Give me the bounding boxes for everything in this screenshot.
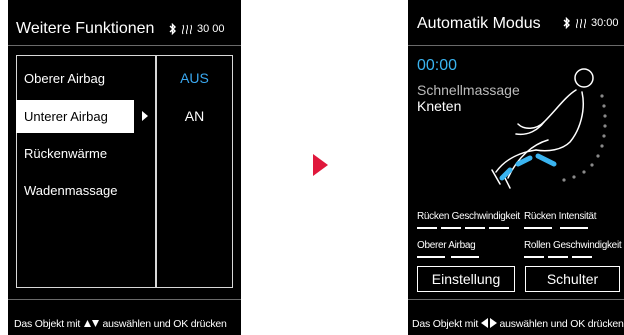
level-bar	[524, 227, 552, 229]
level-bar	[572, 256, 592, 258]
screen-title: Weitere Funktionen	[16, 20, 155, 37]
option-an[interactable]: AN	[157, 108, 232, 124]
bluetooth-icon	[563, 17, 570, 29]
technique-name: Kneten	[417, 98, 462, 114]
menu-item-label: Unterer Airbag	[24, 109, 108, 124]
label-roller-speed: Rollen Geschwindigkeit	[524, 240, 622, 251]
play-right-icon	[142, 111, 148, 121]
menu-item-rueckenwaerme[interactable]: Rückenwärme	[16, 137, 134, 170]
level-bar	[489, 227, 509, 229]
footer-hint: Das Objekt mit auswählen und OK drücken	[14, 318, 227, 330]
right-device-screen: Automatik Modus 30:00 00:00 Schnellmassa…	[408, 0, 624, 335]
footer-hint-suffix: auswählen und OK drücken	[499, 318, 624, 330]
menu-item-label: Rückenwärme	[24, 146, 108, 161]
setting-button[interactable]: Einstellung	[417, 266, 515, 292]
level-bar	[548, 256, 568, 258]
menu-item-wadenmassage[interactable]: Wadenmassage	[16, 174, 134, 207]
menu-item-label: Wadenmassage	[24, 183, 118, 198]
left-device-screen: Weitere Funktionen 30 00 Oberer Airbag U…	[8, 0, 241, 335]
footer-hint: Das Objekt mit auswählen und OK drücken	[412, 318, 624, 330]
label-upper-airbag: Oberer Airbag	[417, 240, 476, 251]
elapsed-timer: 00:00	[417, 57, 458, 74]
level-bar	[560, 227, 588, 229]
header-divider	[408, 45, 624, 46]
shoulder-button[interactable]: Schulter	[525, 266, 620, 292]
transition-arrow-icon	[313, 154, 328, 176]
up-down-arrows-icon	[83, 320, 99, 327]
level-bar	[417, 256, 445, 258]
left-right-arrows-icon	[480, 318, 497, 328]
menu-item-oberer-airbag[interactable]: Oberer Airbag	[16, 62, 134, 95]
shoulder-button-label: Schulter	[546, 271, 599, 287]
status-timer: 30:00	[591, 17, 619, 29]
label-back-intensity: Rücken Intensität	[524, 211, 597, 222]
level-bar	[417, 227, 437, 229]
screen-title: Automatik Modus	[417, 15, 541, 32]
option-aus[interactable]: AUS	[157, 70, 232, 86]
level-bar	[451, 256, 479, 258]
heat-waves-icon	[181, 24, 193, 35]
menu-item-label: Oberer Airbag	[24, 71, 105, 86]
bluetooth-icon	[169, 23, 176, 35]
menu-item-unterer-airbag[interactable]: Unterer Airbag	[16, 100, 134, 133]
status-timer: 30 00	[197, 23, 225, 35]
level-bar	[524, 256, 544, 258]
level-bar	[465, 227, 485, 229]
footer-divider	[8, 299, 241, 300]
footer-divider	[408, 299, 624, 300]
massage-chair-figure-icon	[491, 68, 607, 189]
option-list: AUS AN	[156, 55, 233, 288]
header-divider	[8, 45, 241, 46]
heat-waves-icon	[575, 18, 587, 29]
label-back-speed: Rücken Geschwindigkeit	[417, 211, 520, 222]
footer-hint-prefix: Das Objekt mit	[14, 318, 81, 330]
footer-hint-suffix: auswählen und OK drücken	[102, 318, 227, 330]
setting-button-label: Einstellung	[431, 271, 501, 287]
footer-hint-prefix: Das Objekt mit	[412, 318, 479, 330]
level-bar	[441, 227, 461, 229]
status-bar: 30 00	[169, 23, 225, 35]
status-bar: 30:00	[563, 17, 619, 29]
